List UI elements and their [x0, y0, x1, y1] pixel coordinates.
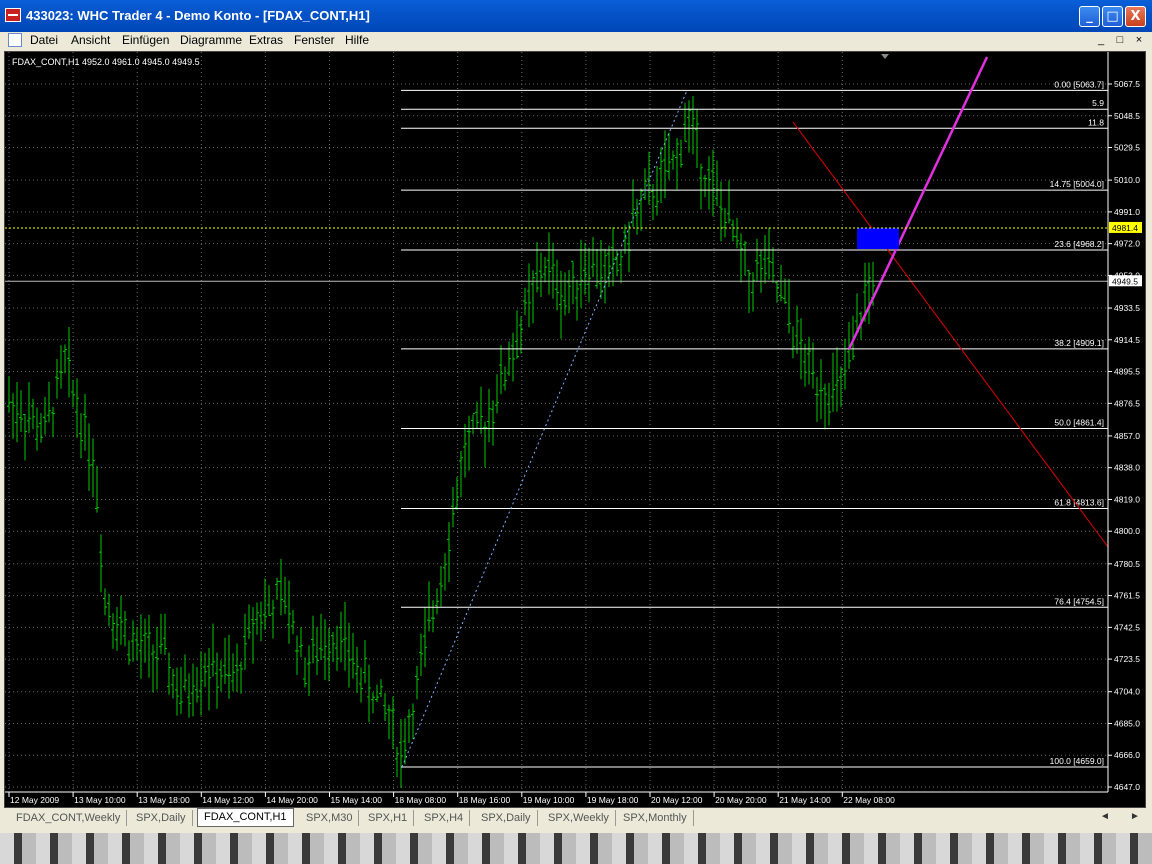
price-tick-label: 4857.0 [1114, 431, 1140, 441]
price-tick-label: 4953.0 [1114, 270, 1140, 280]
price-tick-label: 4819.0 [1114, 494, 1140, 504]
time-axis: 12 May 2009 13 May 10:00 13 May 18:00 14 Ma… [8, 792, 895, 805]
highlight-box [857, 228, 899, 249]
price-tick-label: 4666.0 [1114, 750, 1140, 760]
title-bar[interactable]: 433023: WHC Trader 4 - Demo Konto - [FDA… [0, 0, 1152, 32]
mdi-minimize-button[interactable]: _ [1094, 34, 1108, 47]
price-tick-label: 4704.0 [1114, 687, 1140, 697]
time-tick-label: 13 May 10:00 [74, 795, 126, 805]
time-tick-label: 15 May 14:00 [331, 795, 383, 805]
menu-einfuegen[interactable]: Einfügen [122, 33, 169, 47]
time-tick-label: 14 May 20:00 [266, 795, 318, 805]
time-tick-label: 13 May 18:00 [138, 795, 190, 805]
desktop-background [0, 833, 1152, 864]
tab-scroll-right-icon[interactable]: ► [1130, 811, 1140, 822]
fib-level-label: 38.2 [4909.1] [1054, 338, 1104, 348]
time-tick-label: 22 May 08:00 [843, 795, 895, 805]
price-tick-label: 5029.5 [1114, 143, 1140, 153]
menu-ansicht[interactable]: Ansicht [71, 33, 110, 47]
tab-scroll-left-icon[interactable]: ◄ [1100, 811, 1110, 822]
tab-fdax-h1[interactable]: FDAX_CONT,H1 [197, 808, 294, 827]
application-window: 433023: WHC Trader 4 - Demo Konto - [FDA… [0, 0, 1152, 833]
minimize-button[interactable]: _ [1079, 6, 1100, 27]
menu-diagramme[interactable]: Diagramme [180, 33, 242, 47]
time-tick-label: 18 May 08:00 [395, 795, 447, 805]
window-title: 433023: WHC Trader 4 - Demo Konto - [FDA… [26, 8, 370, 23]
price-tick-label: 4895.5 [1114, 367, 1140, 377]
tab-spx-monthly[interactable]: SPX,Monthly [617, 810, 694, 826]
chart-overlays: 4981.44949.5 [5, 54, 1142, 768]
price-tick-label: 4972.0 [1114, 239, 1140, 249]
chart-shift-marker-icon [881, 54, 889, 59]
price-axis: 5067.5 5048.5 5029.5 5010.0 4991.0 4972.0 4953… [5, 52, 1140, 793]
fib-level-label: 61.8 [4813.6] [1054, 497, 1104, 507]
price-tick-label: 4838.0 [1114, 463, 1140, 473]
tab-spx-h4[interactable]: SPX,H4 [418, 810, 471, 826]
price-tick-label: 4876.5 [1114, 398, 1140, 408]
price-tick-label: 4991.0 [1114, 207, 1140, 217]
price-tick-label: 4933.5 [1114, 303, 1140, 313]
price-tick-label: 5067.5 [1114, 79, 1140, 89]
price-tick-label: 4723.5 [1114, 654, 1140, 664]
tab-spx-h1[interactable]: SPX,H1 [362, 810, 415, 826]
tab-spx-weekly[interactable]: SPX,Weekly [542, 810, 616, 826]
price-tick-label: 4742.5 [1114, 622, 1140, 632]
fibonacci-levels: 0.00 [5063.7] 5.9 11.8 14.75 [5004.0] 23.6 [… [401, 79, 1108, 768]
chart-grid [5, 52, 1108, 792]
fib-level-label: 50.0 [4861.4] [1054, 418, 1104, 428]
chart-header: FDAX_CONT,H1 4952.0 4961.0 4945.0 4949.5 [12, 57, 200, 67]
price-tick-label: 4685.0 [1114, 718, 1140, 728]
time-tick-label: 14 May 12:00 [202, 795, 254, 805]
chart-tab-bar: FDAX_CONT,Weekly SPX,Daily FDAX_CONT,H1 … [4, 808, 1146, 828]
fib-level-label: 23.6 [4968.2] [1054, 239, 1104, 249]
price-tick-label: 5048.5 [1114, 111, 1140, 121]
time-tick-label: 21 May 14:00 [779, 795, 831, 805]
menu-fenster[interactable]: Fenster [294, 33, 335, 47]
tab-spx-daily[interactable]: SPX,Daily [130, 810, 193, 826]
fib-level-label: 14.75 [5004.0] [1050, 179, 1104, 189]
yellow-price-tag-label: 4981.4 [1112, 223, 1138, 233]
time-tick-label: 20 May 12:00 [651, 795, 703, 805]
menu-hilfe[interactable]: Hilfe [345, 33, 369, 47]
price-tick-label: 4800.0 [1114, 526, 1140, 536]
menu-datei[interactable]: Datei [30, 33, 58, 47]
tab-spx-daily-2[interactable]: SPX,Daily [475, 810, 538, 826]
tab-spx-m30[interactable]: SPX,M30 [300, 810, 360, 826]
chart-window-icon[interactable] [8, 33, 22, 47]
menu-extras[interactable]: Extras [249, 33, 283, 47]
time-tick-label: 12 May 2009 [10, 795, 59, 805]
time-tick-label: 19 May 18:00 [587, 795, 639, 805]
app-icon [5, 8, 21, 22]
price-tick-label: 4914.5 [1114, 335, 1140, 345]
time-tick-label: 19 May 10:00 [523, 795, 575, 805]
magenta-trend-line [847, 56, 989, 350]
price-tick-label: 4647.0 [1114, 782, 1140, 792]
fib-level-label: 11.8 [1088, 117, 1104, 127]
time-tick-label: 20 May 20:00 [715, 795, 767, 805]
mdi-restore-button[interactable]: □ [1113, 34, 1127, 47]
tab-fdax-weekly[interactable]: FDAX_CONT,Weekly [10, 810, 128, 826]
mdi-close-button[interactable]: × [1132, 34, 1146, 47]
fib-level-label: 5.9 [1092, 98, 1104, 108]
price-tick-label: 4780.5 [1114, 559, 1140, 569]
maximize-button[interactable]: □ [1102, 6, 1123, 27]
chart-area[interactable]: 0.00 [5063.7] 5.9 11.8 14.75 [5004.0] 23.6 [… [4, 51, 1146, 808]
price-tick-label: 5010.0 [1114, 175, 1140, 185]
price-tick-label: 4761.5 [1114, 591, 1140, 601]
price-chart[interactable]: 0.00 [5063.7] 5.9 11.8 14.75 [5004.0] 23.6 [… [5, 52, 1145, 807]
fib-level-label: 76.4 [4754.5] [1054, 596, 1104, 606]
time-tick-label: 18 May 16:00 [459, 795, 511, 805]
fib-level-label: 100.0 [4659.0] [1050, 756, 1104, 766]
close-button[interactable]: X [1125, 6, 1146, 27]
menu-bar: Datei Ansicht Einfügen Diagramme Extras … [0, 32, 1152, 50]
fib-level-label: 0.00 [5063.7] [1054, 79, 1104, 89]
